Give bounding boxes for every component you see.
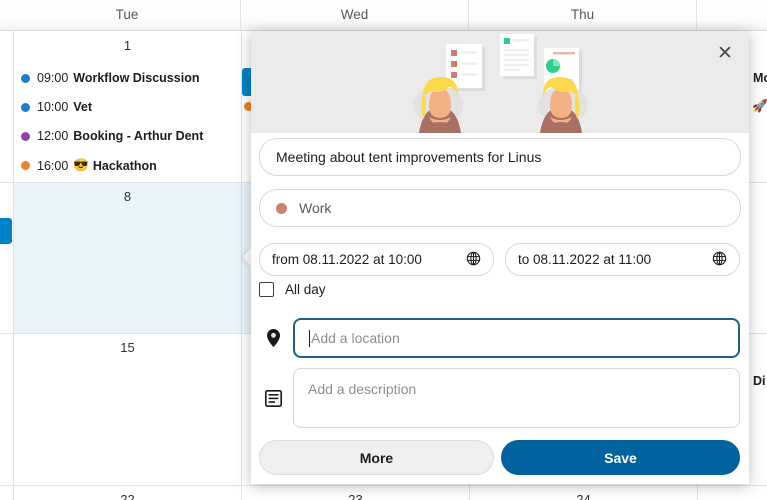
day-number: 1	[123, 38, 132, 53]
description-icon	[263, 389, 283, 407]
description-placeholder: Add a description	[308, 381, 417, 397]
weekday-header-thu: Thu	[469, 0, 697, 30]
start-datetime-value: from 08.11.2022 at 10:00	[272, 252, 422, 267]
day-number: 24	[576, 492, 591, 500]
start-datetime-input[interactable]: from 08.11.2022 at 10:00	[259, 243, 494, 276]
day-cell[interactable]: 23	[242, 486, 469, 500]
calendar-event[interactable]: 10:00 Vet	[21, 100, 92, 114]
day-number: 22	[120, 492, 135, 500]
calendar-event[interactable]: 16:00 😎 Hackathon	[21, 158, 157, 173]
event-title-input[interactable]: Meeting about tent improvements for Linu…	[259, 138, 741, 176]
event-color-dot	[21, 161, 30, 170]
event-title: Mo	[753, 71, 767, 85]
text-cursor	[309, 329, 310, 347]
rocket-emoji-icon: 🚀	[752, 99, 767, 113]
location-input[interactable]: Add a location	[293, 318, 740, 358]
all-day-toggle[interactable]: All day	[259, 282, 326, 297]
meeting-illustration	[251, 31, 749, 133]
weekday-header-tue: Tue	[14, 0, 241, 30]
calendar-name: Work	[299, 200, 332, 216]
event-time: 16:00	[37, 158, 69, 173]
event-color-dot	[21, 131, 30, 141]
event-time: 12:00	[37, 129, 69, 143]
more-button[interactable]: More	[259, 440, 494, 475]
location-placeholder: Add a location	[311, 330, 400, 346]
calendar-event[interactable]: 09:00 Workflow Discussion	[21, 71, 199, 85]
event-title: Booking - Arthur Dent	[73, 129, 204, 143]
day-number: 23	[348, 492, 363, 500]
map-pin-icon	[263, 329, 283, 347]
event-color-dot	[21, 102, 30, 112]
event-time: 10:00	[37, 100, 69, 114]
day-cell[interactable]: 15	[14, 334, 241, 485]
text-document-icon	[500, 34, 537, 79]
event-editor-dialog: ✕ Meeting about tent improvements for Li…	[251, 31, 749, 484]
calendar-select[interactable]: Work	[259, 189, 741, 227]
day-cell[interactable]: 22	[14, 486, 241, 500]
calendar-color-dot	[276, 202, 287, 214]
weekday-header-wed: Wed	[241, 0, 469, 30]
globe-icon[interactable]	[466, 251, 481, 269]
end-datetime-input[interactable]: to 08.11.2022 at 11:00	[505, 243, 740, 276]
dialog-header: ✕	[251, 31, 749, 133]
day-number: 8	[123, 189, 132, 204]
globe-icon[interactable]	[712, 251, 727, 269]
clipped-event-block[interactable]	[0, 218, 12, 244]
description-input[interactable]: Add a description	[293, 368, 740, 428]
event-title-value: Meeting about tent improvements for Linu…	[276, 149, 542, 165]
all-day-label: All day	[285, 282, 326, 297]
end-datetime-value: to 08.11.2022 at 11:00	[518, 252, 652, 267]
sunglasses-emoji-icon: 😎	[73, 158, 89, 172]
day-cell[interactable]: 24	[470, 486, 697, 500]
close-icon[interactable]: ✕	[711, 39, 739, 67]
weekday-header-row: Tue Wed Thu	[0, 0, 767, 31]
day-cell-today[interactable]: 8	[14, 183, 241, 333]
event-time: 09:00	[37, 71, 69, 85]
calendar-event[interactable]: 12:00 Booking - Arthur Dent	[21, 129, 203, 143]
save-button[interactable]: Save	[501, 440, 740, 475]
event-title: Di	[753, 374, 766, 388]
calendar-app-screen: Tue Wed Thu 1 8 15 22 23 24 09:00 Workfl…	[0, 0, 767, 500]
event-title: Vet	[73, 100, 93, 114]
event-title: Workflow Discussion	[73, 71, 200, 85]
all-day-checkbox[interactable]	[259, 282, 274, 297]
event-color-dot	[21, 73, 30, 83]
event-title: Hackathon	[92, 158, 157, 173]
day-number: 15	[120, 340, 135, 355]
